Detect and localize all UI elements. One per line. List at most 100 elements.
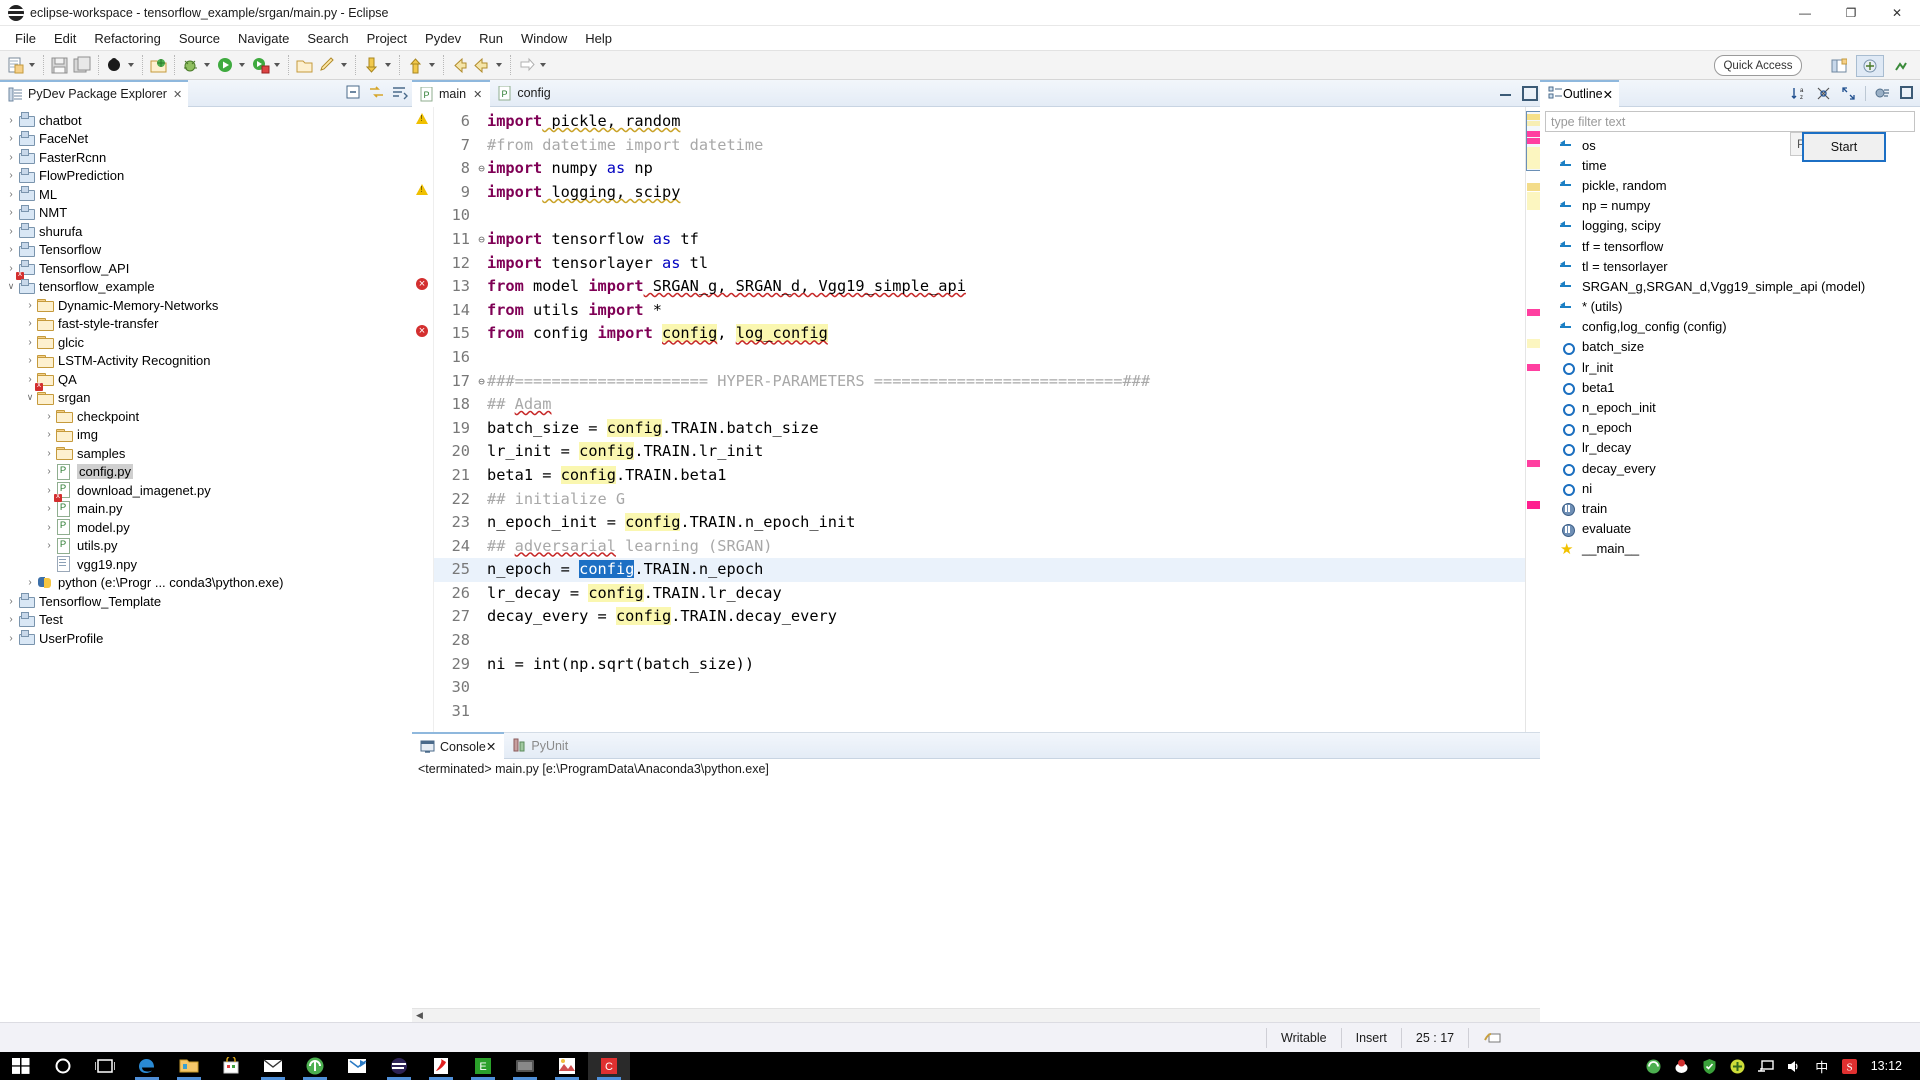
menu-edit[interactable]: Edit: [45, 29, 85, 48]
outline-close-icon[interactable]: ✕: [1603, 87, 1613, 102]
outline-item[interactable]: ★ __main__: [1540, 539, 1920, 559]
code-line[interactable]: 20 lr_init = config.TRAIN.lr_init: [434, 440, 1525, 464]
collapse-all-icon[interactable]: [345, 84, 362, 101]
tree-item[interactable]: › chatbot: [0, 111, 412, 130]
editor-tab-main-close-icon[interactable]: ✕: [473, 88, 482, 101]
fold-collapse-icon[interactable]: ⊖: [476, 228, 487, 252]
taskbar-edge-icon[interactable]: [126, 1052, 168, 1080]
collapsed-arrow-icon[interactable]: ›: [4, 169, 18, 183]
debug-button[interactable]: [179, 52, 202, 78]
code-line[interactable]: 25 n_epoch = config.TRAIN.n_epoch: [434, 558, 1525, 582]
outline-item[interactable]: n_epoch: [1540, 418, 1920, 438]
editor-tab-config[interactable]: P config: [490, 80, 558, 107]
tree-item[interactable]: › Tensorflow: [0, 241, 412, 260]
outline-maximize-icon[interactable]: [1899, 85, 1916, 102]
status-remote-icon[interactable]: [1469, 1028, 1515, 1048]
quick-access-field[interactable]: Quick Access: [1714, 55, 1802, 76]
collapsed-arrow-icon[interactable]: ›: [42, 409, 56, 423]
tree-item[interactable]: › shurufa: [0, 222, 412, 241]
previous-annotation-button[interactable]: [404, 52, 427, 78]
code-line[interactable]: 30: [434, 676, 1525, 700]
tree-item[interactable]: › main.py: [0, 491, 412, 519]
taskbar-terminal-icon[interactable]: [504, 1052, 546, 1080]
code-line[interactable]: 19 batch_size = config.TRAIN.batch_size: [434, 417, 1525, 441]
tree-item[interactable]: › UserProfile: [0, 629, 412, 648]
tree-item[interactable]: › glcic: [0, 333, 412, 352]
expanded-arrow-icon[interactable]: ∨: [4, 280, 18, 294]
run-external-tools-button[interactable]: [249, 52, 272, 78]
sort-alphabetically-icon[interactable]: az: [1790, 85, 1807, 102]
taskbar-app-icon[interactable]: C: [588, 1052, 630, 1080]
code-line[interactable]: 22 ## initialize G: [434, 488, 1525, 512]
outline-item[interactable]: tf = tensorflow: [1540, 236, 1920, 256]
tree-item[interactable]: › FasterRcnn: [0, 148, 412, 167]
console-tab-close-icon[interactable]: ✕: [486, 739, 496, 754]
collapsed-arrow-icon[interactable]: ›: [42, 539, 56, 553]
code-line[interactable]: 13 from model import SRGAN_g, SRGAN_d, Vg…: [434, 275, 1525, 299]
collapsed-arrow-icon[interactable]: ›: [23, 576, 37, 590]
tab-pydev-package-explorer[interactable]: PyDev Package Explorer ✕: [0, 79, 189, 107]
outline-item[interactable]: decay_every: [1540, 458, 1920, 478]
tree-item[interactable]: › Test: [0, 611, 412, 630]
tree-item[interactable]: › fast-style-transfer: [0, 315, 412, 334]
taskbar-mail-icon[interactable]: [252, 1052, 294, 1080]
collapsed-arrow-icon[interactable]: ›: [4, 132, 18, 146]
back-button[interactable]: [448, 52, 471, 78]
code-line[interactable]: 9 import logging, scipy: [434, 181, 1525, 205]
new-dropdown-icon[interactable]: [29, 63, 35, 67]
tray-sogou-icon[interactable]: S: [1837, 1052, 1863, 1080]
task-view-icon[interactable]: [84, 1052, 126, 1080]
code-line[interactable]: 29 ni = int(np.sqrt(batch_size)): [434, 653, 1525, 677]
collapsed-arrow-icon[interactable]: ›: [4, 594, 18, 608]
tree-item[interactable]: › config.py: [0, 463, 412, 482]
close-button[interactable]: ✕: [1874, 0, 1920, 26]
tree-item[interactable]: › QA: [0, 370, 412, 389]
code-line[interactable]: 28: [434, 629, 1525, 653]
menu-help[interactable]: Help: [576, 29, 621, 48]
outline-item[interactable]: lr_init: [1540, 357, 1920, 377]
forward-nav-button[interactable]: [515, 52, 538, 78]
debug-history-dropdown-icon[interactable]: [204, 63, 210, 67]
tree-item[interactable]: › samples: [0, 444, 412, 463]
outline-item[interactable]: beta1: [1540, 377, 1920, 397]
tree-item[interactable]: › checkpoint: [0, 407, 412, 426]
outline-filter-input[interactable]: type filter text: [1545, 111, 1915, 132]
outline-item[interactable]: np = numpy: [1540, 196, 1920, 216]
pin-dropdown-icon[interactable]: [341, 63, 347, 67]
package-explorer-close-icon[interactable]: ✕: [173, 88, 182, 101]
hide-fields-icon[interactable]: [1815, 85, 1832, 102]
tree-item[interactable]: › Dynamic-Memory-Networks: [0, 296, 412, 315]
debug-perspective-button[interactable]: [103, 52, 126, 78]
expanded-arrow-icon[interactable]: ∨: [23, 391, 37, 405]
code-line[interactable]: 11 ⊖ import tensorflow as tf: [434, 228, 1525, 252]
menu-window[interactable]: Window: [512, 29, 576, 48]
fold-collapse-icon[interactable]: ⊖: [476, 370, 487, 394]
code-line[interactable]: 14 from utils import *: [434, 299, 1525, 323]
outline-item[interactable]: lr_decay: [1540, 438, 1920, 458]
code-line[interactable]: 12 import tensorlayer as tl: [434, 252, 1525, 276]
taskbar-excel-icon[interactable]: E: [462, 1052, 504, 1080]
outline-item[interactable]: batch_size: [1540, 337, 1920, 357]
tree-item[interactable]: › Tensorflow_API: [0, 259, 412, 278]
tree-item[interactable]: ∨ tensorflow_example: [0, 269, 412, 297]
open-perspective-button[interactable]: [1826, 55, 1852, 77]
tree-item[interactable]: › NMT: [0, 204, 412, 223]
outline-item[interactable]: tl = tensorlayer: [1540, 256, 1920, 276]
collapsed-arrow-icon[interactable]: ›: [23, 335, 37, 349]
tree-item[interactable]: › model.py: [0, 518, 412, 537]
tree-item[interactable]: › utils.py: [0, 537, 412, 556]
tray-antivirus-icon[interactable]: [1669, 1052, 1695, 1080]
tree-item[interactable]: › ML: [0, 185, 412, 204]
previous-annotation-dropdown-icon[interactable]: [429, 63, 435, 67]
outline-item[interactable]: pickle, random: [1540, 175, 1920, 195]
next-annotation-dropdown-icon[interactable]: [385, 63, 391, 67]
forward-button[interactable]: [471, 52, 494, 78]
run-button[interactable]: [214, 52, 237, 78]
outline-item[interactable]: logging, scipy: [1540, 216, 1920, 236]
console-scroll-left-icon[interactable]: ◀: [412, 1008, 427, 1023]
expand-collapse-icon[interactable]: [1840, 85, 1857, 102]
tree-item[interactable]: › FlowPrediction: [0, 167, 412, 186]
tray-ime-icon[interactable]: 中: [1809, 1052, 1835, 1080]
code-line[interactable]: 17 ⊖ ###===================== HYPER-PARAME…: [434, 370, 1525, 394]
debug-dropdown-icon[interactable]: [128, 63, 134, 67]
